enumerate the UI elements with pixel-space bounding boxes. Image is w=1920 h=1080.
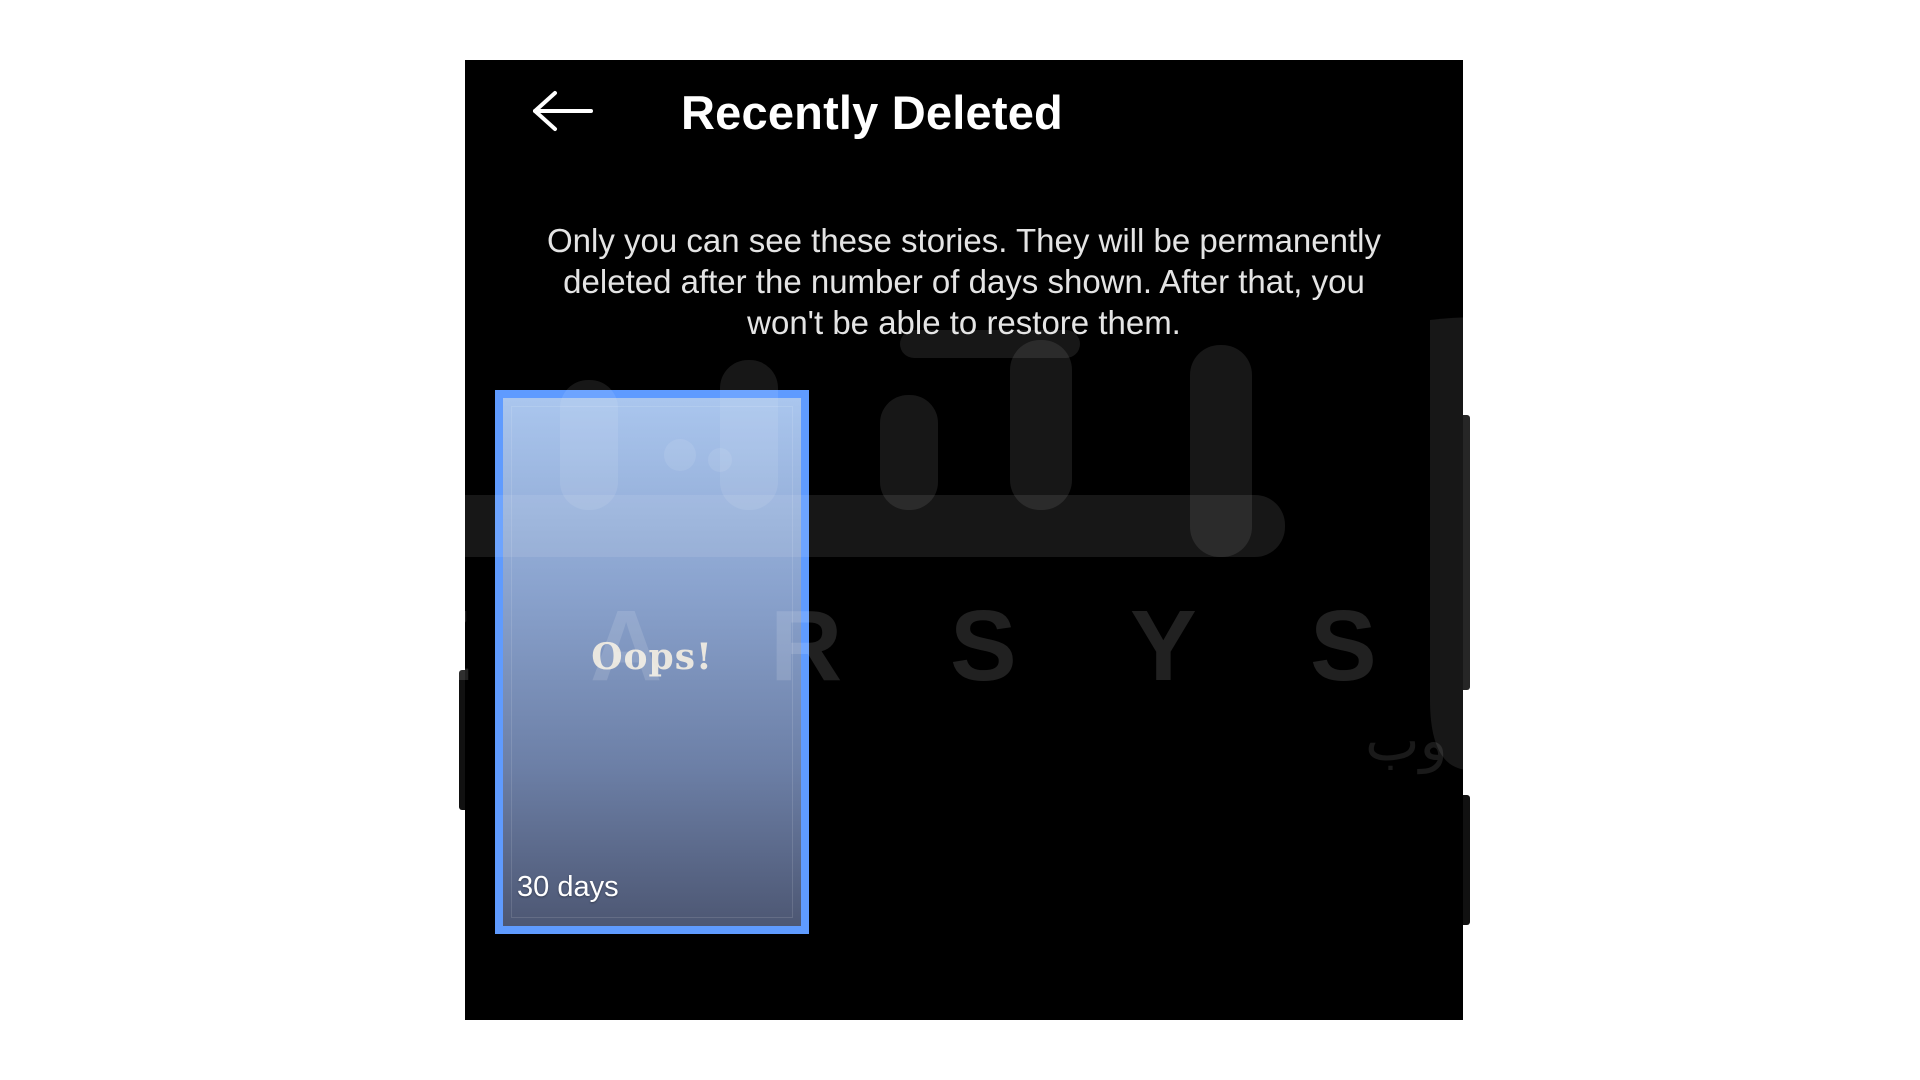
page-title: Recently Deleted <box>681 86 1063 139</box>
deleted-story-thumbnail[interactable]: Oops! 30 days <box>495 390 809 934</box>
phone-screen: Recently Deleted Only you can see these … <box>465 60 1463 1020</box>
arrow-left-icon <box>533 91 593 131</box>
back-button[interactable] <box>525 80 601 142</box>
top-bar: Recently Deleted <box>465 60 1463 160</box>
days-remaining-label: 30 days <box>517 871 619 903</box>
info-text: Only you can see these stories. They wil… <box>547 222 1381 341</box>
story-caption: Oops! <box>591 636 713 678</box>
page: Recently Deleted Only you can see these … <box>0 0 1920 1080</box>
svg-text:A: A <box>230 590 302 702</box>
